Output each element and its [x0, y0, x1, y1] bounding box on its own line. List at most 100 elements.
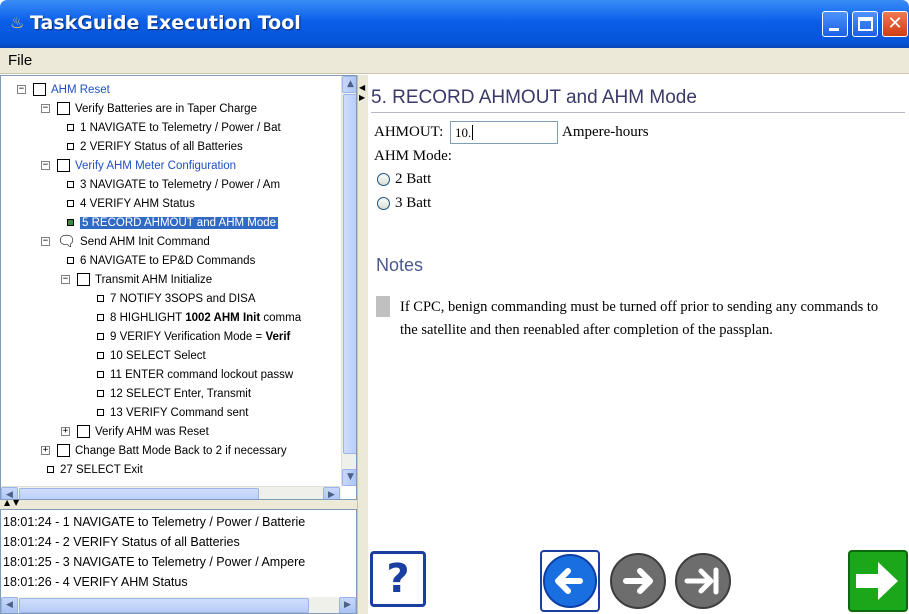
- step-status-icon: [67, 181, 74, 188]
- log-scroll-right-button[interactable]: ▶: [339, 597, 356, 613]
- tree-node-label: Verify AHM was Reset: [95, 425, 209, 438]
- splitter-up-icon[interactable]: ▲: [4, 498, 10, 507]
- tree-node-label: 13 VERIFY Command sent: [110, 406, 249, 419]
- tree-node[interactable]: − Transmit AHM Initialize: [61, 270, 212, 289]
- tree-node-label: 2 VERIFY Status of all Batteries: [80, 140, 243, 153]
- close-button[interactable]: ✕: [882, 11, 908, 37]
- tree-node-label: 1 NAVIGATE to Telemetry / Power / Bat: [80, 121, 281, 134]
- close-icon: ✕: [887, 13, 903, 34]
- scroll-thumb-horizontal[interactable]: [19, 488, 259, 499]
- vertical-splitter[interactable]: ◀ ▶: [357, 75, 368, 614]
- step-status-icon: [97, 295, 104, 302]
- scroll-thumb[interactable]: [343, 94, 356, 454]
- collapse-icon[interactable]: −: [61, 275, 70, 284]
- tree-node-label: 7 NOTIFY 3SOPS and DISA: [110, 292, 256, 305]
- note-bullet-icon: [376, 296, 390, 317]
- expand-icon[interactable]: +: [41, 446, 50, 455]
- window-title: TaskGuide Execution Tool: [30, 12, 301, 34]
- tree-node[interactable]: 27 SELECT Exit: [47, 460, 143, 479]
- collapse-icon[interactable]: −: [41, 104, 50, 113]
- collapse-icon[interactable]: −: [41, 237, 50, 246]
- horizontal-splitter[interactable]: ▲ ▼: [0, 498, 357, 509]
- radio-2-batt[interactable]: 2 Batt: [377, 171, 431, 188]
- tree-node-label: Verify Batteries are in Taper Charge: [75, 102, 257, 115]
- step-status-icon: [97, 333, 104, 340]
- next-button[interactable]: [848, 550, 908, 612]
- tree-node[interactable]: 10 SELECT Select: [97, 346, 206, 365]
- label-text: comma: [260, 311, 302, 324]
- tree-vertical-scrollbar[interactable]: ▲ ▼: [341, 76, 356, 486]
- menu-file[interactable]: File: [8, 52, 32, 69]
- checkbox-icon: [57, 159, 70, 172]
- expand-icon[interactable]: +: [61, 427, 70, 436]
- tree-node[interactable]: 13 VERIFY Command sent: [97, 403, 249, 422]
- checkbox-icon: [33, 83, 46, 96]
- label-text: 9 VERIFY Verification Mode =: [110, 330, 266, 343]
- tree-node[interactable]: − AHM Reset: [17, 80, 110, 99]
- splitter-right-icon[interactable]: ▶: [359, 93, 365, 102]
- tree-node[interactable]: 12 SELECT Enter, Transmit: [97, 384, 251, 403]
- tree-node[interactable]: 8 HIGHLIGHT 1002 AHM Init comma: [97, 308, 301, 327]
- tree-node-label: 11 ENTER command lockout passw: [110, 368, 294, 381]
- radio-circle-icon[interactable]: [377, 173, 390, 186]
- tree-node-label: 6 NAVIGATE to EP&D Commands: [80, 254, 256, 267]
- scroll-right-button[interactable]: ▶: [323, 487, 340, 499]
- tree-node[interactable]: − Verify AHM Meter Configuration: [41, 156, 236, 175]
- title-bar: ♨ TaskGuide Execution Tool ✕: [0, 0, 909, 48]
- tree-node-label: 5 RECORD AHMOUT and AHM Mode: [80, 216, 279, 229]
- skip-button[interactable]: [608, 550, 668, 612]
- radio-label: 3 Batt: [395, 195, 432, 211]
- scroll-up-button[interactable]: ▲: [342, 76, 356, 93]
- ahmout-input[interactable]: 10.: [450, 121, 558, 144]
- tree-node-label: Send AHM Init Command: [80, 235, 210, 248]
- log-scroll-thumb[interactable]: [19, 598, 309, 613]
- log-scroll-left-button[interactable]: ◀: [1, 597, 18, 613]
- collapse-icon[interactable]: −: [17, 85, 26, 94]
- maximize-icon: [858, 17, 873, 31]
- step-status-icon: [97, 409, 104, 416]
- tree-node[interactable]: 7 NOTIFY 3SOPS and DISA: [97, 289, 256, 308]
- tree-node-label: 10 SELECT Select: [110, 349, 206, 362]
- log-line: 18:01:26 - 4 VERIFY AHM Status: [3, 575, 188, 589]
- tree-node[interactable]: 4 VERIFY AHM Status: [67, 194, 195, 213]
- label-bold-text: 1002 AHM Init: [185, 311, 261, 324]
- collapse-icon[interactable]: −: [41, 161, 50, 170]
- tree-node[interactable]: + Verify AHM was Reset: [61, 422, 209, 441]
- procedure-tree: − AHM Reset − Verify Batteries are in Taper…: [1, 76, 341, 486]
- scroll-down-button[interactable]: ▼: [342, 469, 356, 486]
- back-button[interactable]: [540, 550, 600, 612]
- tree-node-label: 9 VERIFY Verification Mode = Verif: [110, 331, 290, 343]
- tree-node-label: Transmit AHM Initialize: [95, 273, 213, 286]
- ahmout-value: 10.: [455, 125, 472, 140]
- radio-circle-icon[interactable]: [377, 197, 390, 210]
- splitter-down-icon[interactable]: ▼: [13, 498, 19, 507]
- tree-node-label: 3 NAVIGATE to Telemetry / Power / Am: [80, 178, 281, 191]
- tree-horizontal-scrollbar[interactable]: ◀ ▶: [1, 486, 341, 499]
- splitter-left-icon[interactable]: ◀: [359, 83, 365, 92]
- tree-node-label: AHM Reset: [51, 83, 110, 96]
- tree-node[interactable]: 2 VERIFY Status of all Batteries: [67, 137, 243, 156]
- log-line: 18:01:25 - 3 NAVIGATE to Telemetry / Pow…: [3, 555, 306, 569]
- tree-node[interactable]: 5 RECORD AHMOUT and AHM Mode: [67, 213, 279, 232]
- tree-node-label: Change Batt Mode Back to 2 if necessary: [75, 444, 287, 457]
- skip-to-end-button[interactable]: [673, 550, 733, 612]
- tree-node[interactable]: 6 NAVIGATE to EP&D Commands: [67, 251, 255, 270]
- step-status-icon: [67, 143, 74, 150]
- tree-node[interactable]: − Verify Batteries are in Taper Charge: [41, 99, 257, 118]
- minimize-button[interactable]: [822, 11, 848, 37]
- maximize-button[interactable]: [852, 11, 878, 37]
- step-status-icon: [67, 124, 74, 131]
- radio-3-batt[interactable]: 3 Batt: [377, 195, 431, 212]
- checkbox-icon: [77, 425, 90, 438]
- tree-node[interactable]: 1 NAVIGATE to Telemetry / Power / Bat: [67, 118, 281, 137]
- tree-node[interactable]: − 🗨 Send AHM Init Command: [41, 232, 210, 251]
- step-status-icon: [97, 371, 104, 378]
- help-button[interactable]: ?: [370, 551, 426, 607]
- log-horizontal-scrollbar[interactable]: ◀ ▶: [1, 597, 356, 613]
- tree-node[interactable]: 9 VERIFY Verification Mode = Verif: [97, 327, 290, 346]
- tree-node[interactable]: 3 NAVIGATE to Telemetry / Power / Am: [67, 175, 280, 194]
- tree-node[interactable]: 11 ENTER command lockout passw: [97, 365, 293, 384]
- tree-node-label: Verify AHM Meter Configuration: [75, 159, 237, 172]
- title-divider: [371, 112, 905, 113]
- tree-node[interactable]: + Change Batt Mode Back to 2 if necessary: [41, 441, 287, 460]
